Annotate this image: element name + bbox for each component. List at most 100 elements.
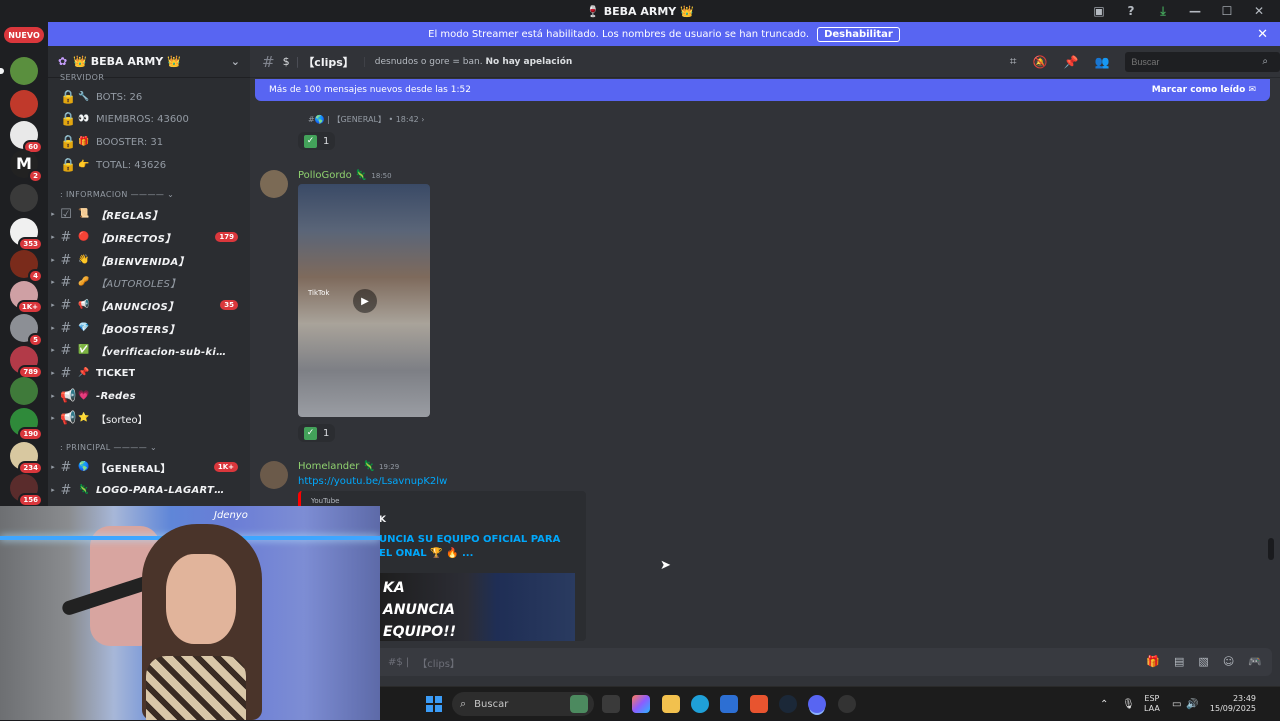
channel-boosters[interactable]: ▸ # 💎 【BOOSTERS】 (48, 318, 250, 338)
disable-streamer-button[interactable]: Deshabilitar (817, 26, 900, 42)
channel-topic[interactable]: desnudos o gore = ban. No hay apelación (363, 56, 572, 67)
search-input[interactable] (1125, 51, 1280, 72)
chevron-down-icon: ⌄ (230, 55, 240, 68)
channel-anuncios[interactable]: ▸ # 📢 【ANUNCIOS】 35 (48, 295, 250, 315)
person-body (146, 656, 246, 720)
close-window-button[interactable]: ✕ (1250, 4, 1268, 18)
server-rail: NUEVO 60 M2 353 4 1K+ 5 789 190 234 156 (0, 22, 48, 510)
member-list-icon[interactable]: 👥 (1094, 55, 1109, 69)
server-icon[interactable] (10, 184, 38, 212)
embed-thumbnail[interactable]: KA ANUNCIA EQUIPO!! (379, 573, 575, 641)
help-icon[interactable]: ? (1122, 4, 1140, 18)
embed-author[interactable]: K (379, 515, 386, 525)
channel-autoroles[interactable]: ▸ # 🥜 【AUTOROLES】 (48, 272, 250, 292)
new-badge[interactable]: NUEVO (4, 27, 44, 43)
channel-ticket[interactable]: ▸ # 📌 TICKET (48, 363, 250, 383)
video-attachment[interactable]: TikTok ▶ (298, 184, 430, 417)
server-icon[interactable]: M2 (10, 150, 43, 183)
obs-icon[interactable] (838, 695, 856, 713)
server-icon[interactable]: 234 (10, 442, 43, 475)
chevron-right-icon: ▸ (51, 301, 55, 309)
chevron-right-icon: ▸ (51, 233, 55, 241)
forward-reference[interactable]: #🌎 | 【GENERAL】 • 18:42 › (308, 114, 425, 125)
apps-icon[interactable]: 🎮 (1248, 655, 1262, 668)
stat-channel-total[interactable]: 🔒 👉 TOTAL: 43626 (48, 155, 250, 175)
category-principal[interactable]: : PRINCIPAL ———— ⌄ (60, 443, 157, 452)
maximize-button[interactable]: ☐ (1218, 4, 1236, 18)
channel-general[interactable]: ▸ # 🌎 【GENERAL】 1K+ (48, 457, 250, 477)
channel-directos[interactable]: ▸ # 🔴 【DIRECTOS】 179 (48, 227, 250, 247)
mark-as-read-button[interactable]: Marcar como leído ✉ (1152, 85, 1256, 95)
channel-reglas[interactable]: ▸ ☑ 📜 【REGLAS】 (48, 204, 250, 224)
hash-icon: # (262, 52, 275, 71)
download-icon[interactable]: ⤓ (1154, 4, 1172, 19)
play-icon[interactable]: ▶ (353, 289, 377, 313)
server-icon[interactable] (10, 90, 38, 118)
server-icon[interactable]: 1K+ (10, 281, 43, 314)
brave-icon[interactable] (750, 695, 768, 713)
gif-icon[interactable]: ▤ (1174, 655, 1184, 668)
server-icon[interactable]: 156 (10, 474, 43, 507)
server-icon[interactable] (0, 57, 38, 85)
message-input[interactable]: #$ | 【clips】 (258, 648, 1272, 676)
discord-icon[interactable] (808, 695, 826, 713)
reaction-chip[interactable]: ✓ 1 (298, 132, 336, 150)
stat-channel-bots[interactable]: 🔒 🔧 BOTS: 26 (48, 87, 250, 107)
stat-channel-members[interactable]: 🔒 👀 MIEMBROS: 43600 (48, 109, 250, 129)
channel-sidebar: ✿ 👑 BEBA ARMY 👑 ⌄ SERVIDOR 🔒 🔧 BOTS: 26 🔒 👀… (48, 46, 250, 510)
server-icon[interactable]: 789 (10, 346, 43, 379)
minimize-button[interactable]: — (1186, 4, 1204, 18)
file-explorer-icon[interactable] (662, 695, 680, 713)
copilot-icon[interactable] (632, 695, 650, 713)
window-controls: ▣ ? ⤓ — ☐ ✕ (1090, 0, 1280, 22)
windows-taskbar: ⌕ Buscar ⌃ 🎙 ESP LAA ▭ 🔊 23:49 15/09/2025 (380, 686, 1280, 720)
clock[interactable]: 23:49 15/09/2025 (1206, 687, 1256, 721)
thumbnail-text: KA ANUNCIA EQUIPO!! (383, 580, 456, 640)
task-view-icon[interactable] (602, 695, 620, 713)
inbox-icon[interactable]: ▣ (1090, 4, 1108, 18)
scrollbar-thumb[interactable] (1268, 538, 1274, 560)
server-icon[interactable]: 5 (10, 314, 43, 347)
widget-icon[interactable] (570, 695, 588, 713)
emoji-icon[interactable]: ☺ (1223, 655, 1234, 668)
avatar[interactable] (260, 461, 288, 489)
server-icon[interactable]: 353 (10, 218, 43, 251)
threads-icon[interactable]: ⌗ (1010, 54, 1017, 69)
stat-channel-booster[interactable]: 🔒 🎁 BOOSTER: 31 (48, 132, 250, 152)
microphone-icon[interactable]: 🎙 (1122, 687, 1135, 721)
steam-icon[interactable] (779, 695, 797, 713)
new-messages-bar[interactable]: Más de 100 mensajes nuevos desde las 1:5… (255, 79, 1270, 101)
channel-sorteo[interactable]: ▸ 📢 ⭐ 【sorteo】 (48, 408, 250, 428)
reaction-chip[interactable]: ✓ 1 (298, 424, 336, 442)
hash-icon: # (60, 252, 72, 268)
channel-verificacion[interactable]: ▸ # ✅ 【verificacion-sub-kic... (48, 340, 250, 360)
volume-icon[interactable]: 🔊 (1186, 687, 1198, 721)
category-server[interactable]: SERVIDOR (60, 73, 104, 82)
message-author[interactable]: Homelander 🦎 19:29 (298, 461, 399, 472)
avatar[interactable] (260, 170, 288, 198)
server-icon[interactable]: 190 (10, 408, 43, 441)
edge-icon[interactable] (691, 695, 709, 713)
sticker-icon[interactable]: ▧ (1198, 655, 1208, 668)
gift-icon[interactable]: 🎁 (1146, 655, 1160, 668)
message-author[interactable]: PolloGordo 🦎 18:50 (298, 170, 392, 181)
server-icon[interactable] (10, 377, 38, 405)
start-button[interactable] (426, 696, 442, 712)
close-icon[interactable]: ✕ (1257, 27, 1268, 42)
tray-overflow-icon[interactable]: ⌃ (1100, 687, 1108, 721)
embed-title[interactable]: UNCIA SU EQUIPO OFICIAL PARA EL ONAL 🏆 🔥… (379, 533, 569, 561)
language-indicator[interactable]: ESP LAA (1144, 687, 1160, 721)
notification-bell-icon[interactable]: 🔕 (1033, 55, 1048, 69)
category-informacion[interactable]: : INFORMACION ———— ⌄ (60, 190, 174, 199)
store-icon[interactable] (720, 695, 738, 713)
server-icon[interactable]: 60 (10, 121, 43, 154)
channel-bienvenida[interactable]: ▸ # 👋 【BIENVENIDA】 (48, 250, 250, 270)
channel-redes[interactable]: ▸ 📢 💗 -Redes (48, 386, 250, 406)
server-icon[interactable]: 4 (10, 250, 43, 283)
unread-count-badge: 35 (220, 300, 238, 310)
pin-icon[interactable]: 📌 (1063, 55, 1078, 69)
person-face (166, 554, 236, 644)
network-icon[interactable]: ▭ (1172, 687, 1181, 721)
message-link[interactable]: https://youtu.be/LsavnupK2lw (298, 476, 447, 487)
channel-logo-para-lagarto[interactable]: ▸#🦎LOGO-PARA-LAGARTO-S... (48, 480, 250, 500)
